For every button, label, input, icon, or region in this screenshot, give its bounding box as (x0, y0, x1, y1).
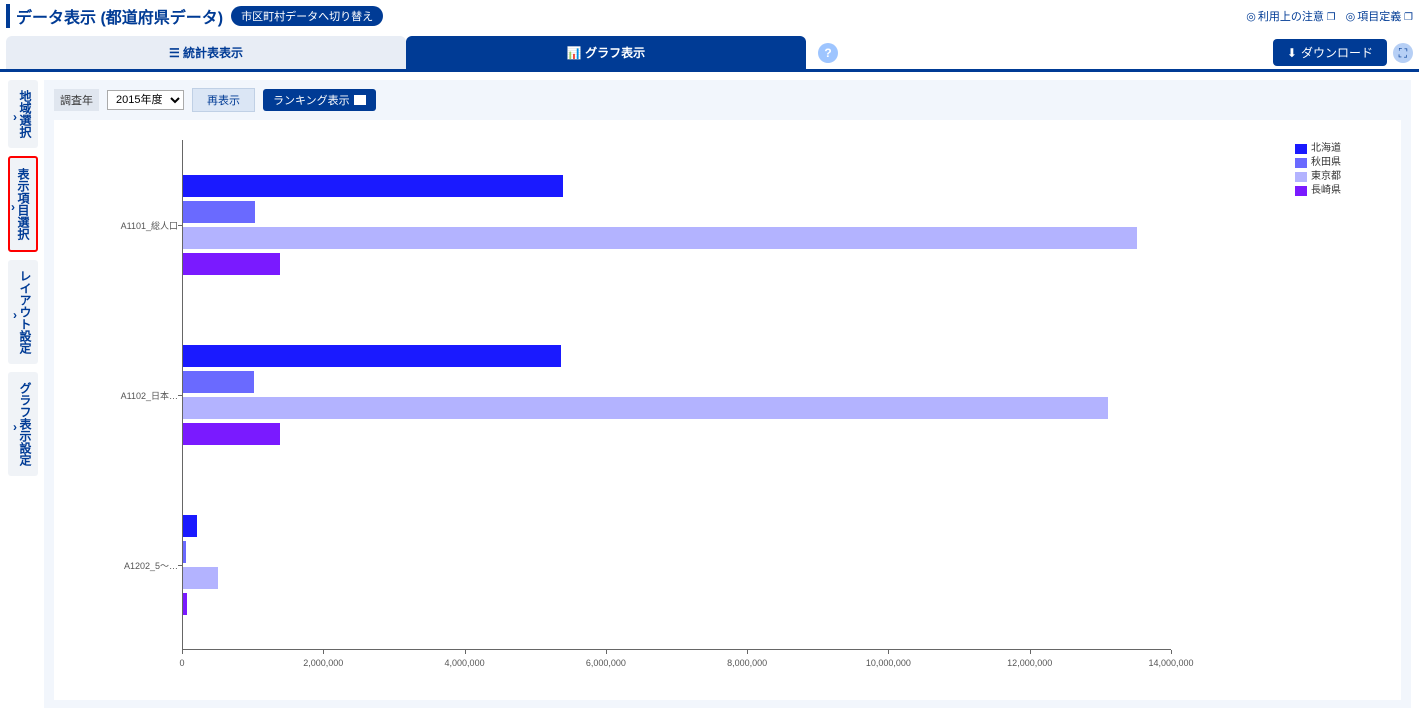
bar (183, 201, 255, 223)
legend-swatch (1295, 144, 1307, 154)
y-axis-label: A1101_総人口 (120, 219, 178, 232)
usage-link[interactable]: 利用上の注意 (1246, 8, 1335, 24)
chevron-right-icon: › (11, 200, 15, 214)
chevron-right-icon: › (13, 308, 17, 322)
sidebar-layout-settings[interactable]: レイアウト設定› (8, 260, 38, 364)
switch-data-button[interactable]: 市区町村データへ切り替え (231, 6, 383, 26)
sidebar-region-select[interactable]: 地域選択› (8, 80, 38, 148)
list-icon: ☰ (169, 46, 183, 60)
chart-plot: A1101_総人口A1102_日本…A1202_5～…02,000,0004,0… (182, 140, 1171, 650)
chevron-right-icon: › (13, 420, 17, 434)
page-title: データ表示 (都道府県データ) (6, 4, 223, 28)
tab-graph[interactable]: 📊 グラフ表示 (406, 36, 806, 69)
x-axis-label: 6,000,000 (586, 658, 626, 668)
x-axis-label: 10,000,000 (866, 658, 911, 668)
legend-swatch (1295, 172, 1307, 182)
sidebar-item-select[interactable]: 表示項目選択› (8, 156, 38, 252)
ranking-button[interactable]: ランキング表示 (263, 89, 376, 111)
bar (183, 541, 186, 563)
bar (183, 175, 563, 197)
expand-icon[interactable]: ⛶ (1393, 43, 1413, 63)
legend-item: 東京都 (1295, 170, 1341, 184)
legend-label: 秋田県 (1311, 156, 1341, 170)
bar (183, 567, 218, 589)
legend-label: 東京都 (1311, 170, 1341, 184)
x-axis-label: 8,000,000 (727, 658, 767, 668)
download-icon: ⬇ (1287, 46, 1297, 60)
legend-item: 秋田県 (1295, 156, 1341, 170)
header-links: 利用上の注意 項目定義 (1246, 8, 1413, 24)
download-button[interactable]: ⬇ ダウンロード (1273, 39, 1387, 66)
legend-swatch (1295, 186, 1307, 196)
chart-area: 北海道秋田県東京都長崎県 A1101_総人口A1102_日本…A1202_5～…… (54, 120, 1401, 700)
definition-link[interactable]: 項目定義 (1346, 8, 1413, 24)
y-axis-label: A1102_日本… (120, 389, 178, 402)
tab-table[interactable]: ☰ 統計表表示 (6, 36, 406, 69)
x-axis-label: 0 (179, 658, 184, 668)
sidebar-graph-settings[interactable]: グラフ表示設定› (8, 372, 38, 476)
bar (183, 515, 197, 537)
bar (183, 345, 561, 367)
y-axis-label: A1202_5～… (120, 559, 178, 572)
legend-label: 北海道 (1311, 142, 1341, 156)
ranking-icon (354, 95, 366, 105)
bar (183, 397, 1108, 419)
chart-legend: 北海道秋田県東京都長崎県 (1295, 142, 1341, 198)
bar (183, 371, 254, 393)
bar (183, 423, 280, 445)
x-axis-label: 4,000,000 (445, 658, 485, 668)
bar (183, 253, 280, 275)
chart-icon: 📊 (567, 46, 585, 60)
x-axis (182, 649, 1171, 650)
year-label: 調査年 (54, 89, 99, 111)
help-icon[interactable]: ? (818, 43, 838, 63)
year-select[interactable]: 2015年度 (107, 90, 184, 110)
legend-item: 長崎県 (1295, 184, 1341, 198)
reshow-button[interactable]: 再表示 (192, 88, 255, 112)
chevron-right-icon: › (13, 110, 17, 124)
bar (183, 227, 1137, 249)
legend-item: 北海道 (1295, 142, 1341, 156)
x-axis-label: 14,000,000 (1148, 658, 1193, 668)
legend-swatch (1295, 158, 1307, 168)
x-axis-label: 12,000,000 (1007, 658, 1052, 668)
legend-label: 長崎県 (1311, 184, 1341, 198)
x-axis-label: 2,000,000 (303, 658, 343, 668)
bar (183, 593, 187, 615)
